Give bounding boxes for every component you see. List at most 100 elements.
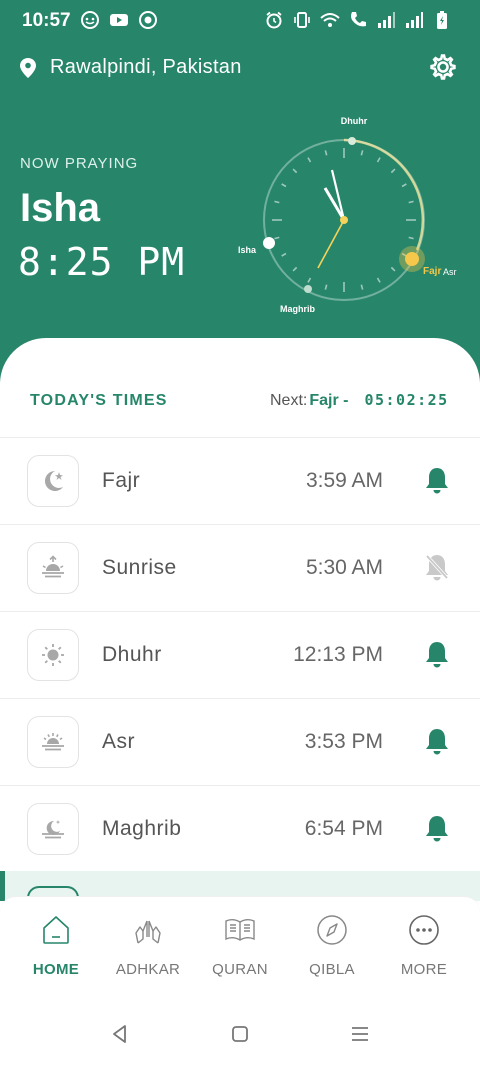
sun-horizon-icon (42, 733, 64, 751)
todays-times-heading: TODAY'S TIMES (30, 392, 168, 409)
clock-label-fajr: Fajr (423, 266, 441, 277)
bell-off-icon[interactable] (424, 553, 450, 583)
wifi-icon (320, 13, 340, 27)
sun-icon (42, 644, 64, 666)
prayer-tile (27, 629, 79, 681)
prayer-row-fajr[interactable]: Fajr 3:59 AM (0, 437, 480, 524)
isha-marker (263, 237, 275, 249)
bell-on-icon[interactable] (424, 727, 450, 757)
clock-tick (307, 277, 312, 283)
nav-label: HOME (32, 961, 80, 978)
clock-tick (360, 284, 364, 290)
prayer-tile (27, 542, 79, 594)
prayer-name: Asr (102, 730, 135, 753)
call-icon (351, 12, 366, 27)
gear-icon[interactable] (428, 52, 458, 82)
system-navigation-bar (0, 1000, 480, 1066)
nav-quran[interactable]: QURAN (192, 913, 288, 978)
prayer-row-maghrib[interactable]: Maghrib 6:54 PM (0, 785, 480, 872)
signal-2-icon (406, 12, 423, 28)
prayer-time: 5:30 AM (305, 556, 383, 579)
clock-tick (281, 183, 287, 188)
bottom-navigation: HOME ADHKAR QURAN QIBLA MORE (0, 896, 480, 992)
prayer-time: 3:53 PM (304, 730, 383, 753)
status-time: 10:57 (22, 10, 71, 31)
back-icon[interactable] (108, 1022, 132, 1046)
clock-tick (307, 157, 312, 163)
clock-tick (292, 266, 298, 272)
nav-label: ADHKAR (115, 961, 181, 978)
nav-adhkar[interactable]: ADHKAR (100, 913, 196, 978)
moon-horizon-icon (42, 820, 64, 839)
prayer-name: Dhuhr (102, 643, 162, 666)
next-prayer-info: Next: Fajr - 05:02:25 (270, 391, 449, 410)
clock-label-maghrib: Maghrib (280, 304, 316, 314)
location-label: Rawalpindi, Pakistan (50, 56, 242, 78)
clock-tick (390, 168, 396, 174)
fajr-marker (405, 252, 419, 266)
clock-tick (376, 157, 381, 163)
nav-home[interactable]: HOME (8, 913, 104, 978)
status-right-icons (264, 10, 452, 30)
youtube-notification-icon (110, 14, 128, 26)
book-icon (225, 919, 255, 941)
bell-on-icon[interactable] (424, 640, 450, 670)
recents-icon[interactable] (348, 1022, 372, 1046)
clock-label-dhuhr: Dhuhr (341, 116, 368, 126)
clock-tick (360, 150, 364, 156)
location[interactable]: Rawalpindi, Pakistan (20, 56, 242, 79)
prayer-row-asr[interactable]: Asr 3:53 PM (0, 698, 480, 785)
prayer-clock: Dhuhr Isha Maghrib Fajr Asr (238, 116, 457, 314)
prayer-tile (27, 455, 79, 507)
bell-on-icon[interactable] (424, 814, 450, 844)
clock-tick (281, 252, 287, 257)
prayer-time: 12:13 PM (293, 643, 383, 666)
vibrate-icon (294, 12, 310, 28)
nav-label: QURAN (212, 961, 268, 978)
prayer-tile (27, 716, 79, 768)
compass-icon (317, 915, 347, 945)
prayer-name: Fajr (102, 469, 141, 492)
clock-tick (324, 150, 328, 156)
battery-icon (437, 11, 447, 29)
prayer-time: 6:54 PM (304, 817, 383, 840)
status-left-icons (80, 10, 158, 30)
bell-on-icon[interactable] (424, 466, 450, 496)
now-praying-label: NOW PRAYING (20, 155, 139, 172)
location-pin-icon (20, 57, 36, 78)
clock-tick (401, 183, 407, 188)
smiley-notification-icon (81, 11, 99, 29)
prayer-name: Sunrise (102, 556, 177, 579)
next-prayer-name: Fajr - (309, 392, 349, 409)
prayer-row-sunrise[interactable]: Sunrise 5:30 AM (0, 524, 480, 611)
next-label: Next: (270, 392, 308, 409)
home-square-icon[interactable] (228, 1022, 252, 1046)
clock-tick (408, 236, 414, 240)
signal-icon (378, 12, 395, 28)
praying-hands-icon (135, 920, 161, 944)
prayer-name: Maghrib (102, 817, 182, 840)
prayer-time: 3:59 AM (305, 469, 383, 492)
clock-tick (390, 266, 396, 272)
nav-label: MORE (400, 961, 448, 978)
active-indicator (0, 871, 5, 901)
alarm-icon (266, 11, 282, 29)
next-countdown: 05:02:25 (364, 391, 449, 409)
clock-label-isha: Isha (238, 245, 257, 255)
home-icon (43, 916, 69, 944)
nav-label: QIBLA (309, 961, 355, 978)
prayer-row-dhuhr[interactable]: Dhuhr 12:13 PM (0, 611, 480, 698)
clock-tick (274, 236, 280, 240)
nav-more[interactable]: MORE (376, 913, 472, 978)
more-icon (409, 915, 439, 945)
clock-tick (376, 277, 381, 283)
moon-star-icon (45, 471, 63, 491)
clock-tick (408, 200, 414, 204)
status-bar: 10:57 (0, 0, 480, 42)
sunrise-icon (42, 555, 64, 578)
clock-tick (292, 168, 298, 174)
nav-qibla[interactable]: QIBLA (284, 913, 380, 978)
clock-label-asr: Asr (443, 267, 457, 277)
current-prayer-name: Isha (20, 186, 101, 230)
maghrib-marker (304, 285, 312, 293)
